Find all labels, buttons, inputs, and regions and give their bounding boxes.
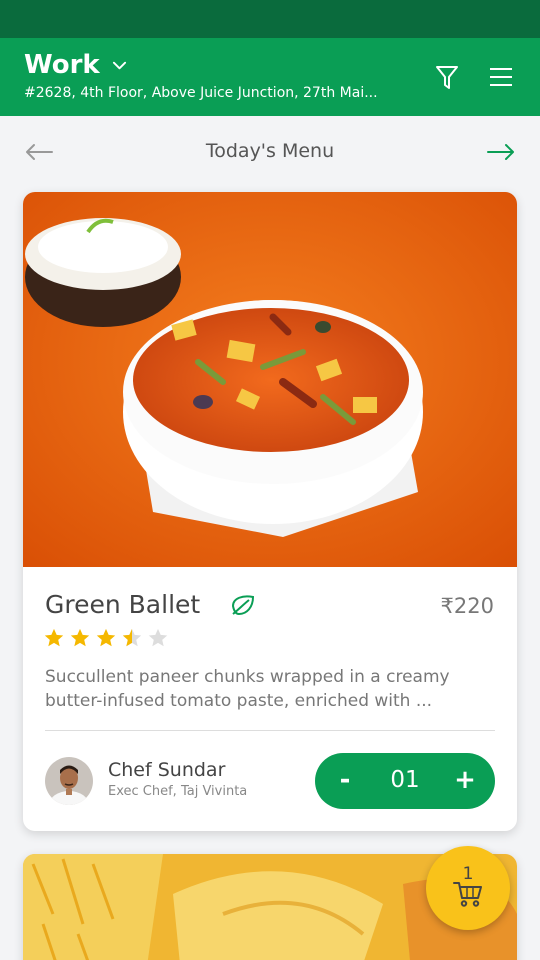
rating-stars: [43, 627, 169, 649]
chevron-down-icon: [112, 61, 126, 69]
quantity-value: 01: [390, 767, 420, 793]
cart-icon: [453, 882, 482, 907]
arrow-right-icon[interactable]: [486, 140, 516, 164]
divider: [45, 730, 495, 731]
decrease-quantity-button[interactable]: -: [333, 762, 357, 798]
chef-avatar[interactable]: [45, 757, 93, 805]
dish-card[interactable]: Green Ballet ₹220 Succullent paneer chun…: [23, 192, 517, 831]
leaf-icon: [231, 595, 255, 616]
dish-image[interactable]: [23, 192, 517, 567]
location-selector[interactable]: Work: [24, 50, 127, 80]
increase-quantity-button[interactable]: +: [453, 762, 477, 798]
location-label: Work: [24, 50, 100, 80]
chef-name[interactable]: Chef Sundar: [108, 759, 225, 781]
status-bar: [0, 0, 540, 38]
chef-title: Exec Chef, Taj Vivinta: [108, 784, 248, 799]
cart-button[interactable]: 1: [426, 846, 510, 930]
star-icon: [96, 628, 116, 647]
filter-icon[interactable]: [432, 62, 462, 92]
star-icon: [44, 628, 64, 647]
dish-description: Succullent paneer chunks wrapped in a cr…: [45, 667, 450, 711]
menu-day-navigator: Today's Menu: [0, 116, 540, 190]
quantity-stepper: - 01 +: [315, 753, 495, 809]
hamburger-icon[interactable]: [486, 62, 516, 92]
star-half-icon: [122, 628, 142, 647]
star-empty-icon: [148, 628, 168, 647]
star-icon: [70, 628, 90, 647]
app-header: Work #2628, 4th Floor, Above Juice Junct…: [0, 38, 540, 116]
location-address[interactable]: #2628, 4th Floor, Above Juice Junction, …: [24, 85, 394, 101]
dish-price: ₹220: [440, 594, 494, 618]
menu-title: Today's Menu: [205, 140, 335, 162]
dish-name: Green Ballet: [45, 590, 201, 619]
